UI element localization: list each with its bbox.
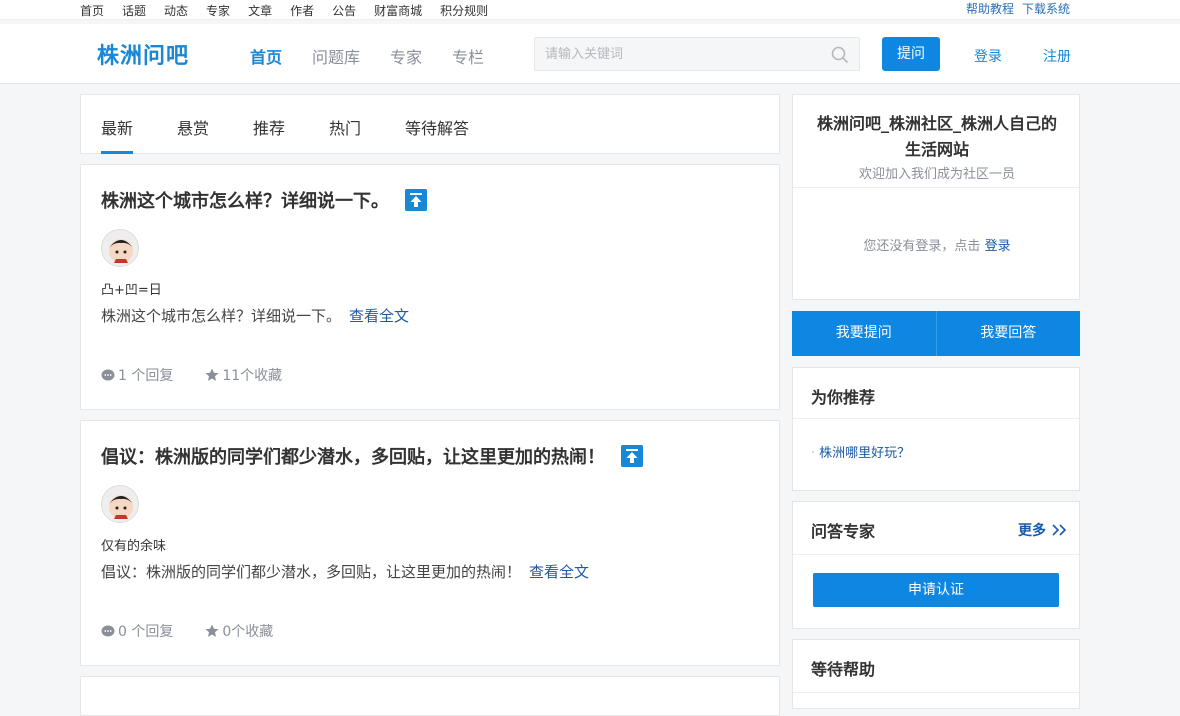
tab-hot[interactable]: 热门 bbox=[329, 115, 361, 139]
ask-question-button[interactable]: 提问 bbox=[882, 37, 940, 71]
pin-top-icon bbox=[621, 445, 643, 467]
answer-button[interactable]: 我要回答 bbox=[937, 311, 1081, 356]
divider bbox=[793, 187, 1079, 188]
question-title[interactable]: 株洲这个城市怎么样？详细说一下。 bbox=[101, 187, 389, 213]
star-icon bbox=[205, 624, 219, 637]
divider bbox=[793, 692, 1079, 693]
nav-question-bank[interactable]: 问题库 bbox=[312, 44, 360, 68]
top-link-activity[interactable]: 动态 bbox=[164, 2, 188, 19]
active-tab-indicator bbox=[101, 151, 133, 154]
pin-top-icon bbox=[405, 189, 427, 211]
more-experts-link[interactable]: 更多 bbox=[1018, 520, 1069, 540]
recommend-title: 为你推荐 bbox=[811, 388, 876, 407]
divider bbox=[793, 554, 1079, 555]
waiting-help-title: 等待帮助 bbox=[811, 660, 876, 679]
site-logo[interactable]: 株洲问吧 bbox=[97, 38, 189, 70]
top-utility-bar: 首页 话题 动态 专家 文章 作者 公告 财富商城 积分规则 帮助教程 下载系统 bbox=[0, 0, 1180, 20]
question-tabs: 最新 悬赏 推荐 热门 等待解答 bbox=[80, 94, 780, 154]
tab-bounty[interactable]: 悬赏 bbox=[177, 115, 209, 139]
more-label: 更多 bbox=[1018, 523, 1046, 539]
tab-latest[interactable]: 最新 bbox=[101, 115, 133, 139]
reply-count: 1 个回复 bbox=[118, 368, 174, 384]
nav-experts[interactable]: 专家 bbox=[390, 44, 422, 68]
top-right-links: 帮助教程 下载系统 bbox=[966, 0, 1070, 17]
search-icon[interactable] bbox=[831, 46, 849, 64]
top-link-articles[interactable]: 文章 bbox=[248, 2, 272, 19]
recommend-box: 为你推荐 株洲哪里好玩？ bbox=[792, 367, 1080, 491]
read-more-link[interactable]: 查看全文 bbox=[529, 563, 589, 581]
read-more-link[interactable]: 查看全文 bbox=[349, 307, 409, 325]
favorite-count: 11个收藏 bbox=[222, 368, 283, 384]
tab-unanswered[interactable]: 等待解答 bbox=[405, 115, 469, 139]
top-links: 首页 话题 动态 专家 文章 作者 公告 财富商城 积分规则 bbox=[80, 2, 506, 19]
double-chevron-right-icon bbox=[1052, 524, 1067, 536]
question-excerpt: 株洲这个城市怎么样？详细说一下。 bbox=[101, 307, 342, 325]
avatar[interactable] bbox=[101, 229, 139, 267]
recommend-item[interactable]: 株洲哪里好玩？ bbox=[811, 442, 910, 461]
top-link-experts[interactable]: 专家 bbox=[206, 2, 230, 19]
main-header: 株洲问吧 首页 问题库 专家 专栏 提问 登录 注册 bbox=[0, 24, 1180, 84]
main-nav: 首页 问题库 专家 专栏 bbox=[250, 44, 514, 68]
search-box bbox=[534, 37, 860, 71]
site-name: 株洲问吧_株洲社区_株洲人自己的生活网站 bbox=[816, 114, 1057, 159]
question-card: 倡议：株洲版的同学们都少潜水，多回贴，让这里更加的热闹！ 仅有的余味 倡议：株洲… bbox=[80, 420, 780, 666]
question-card bbox=[80, 676, 780, 716]
download-link[interactable]: 下载系统 bbox=[1022, 0, 1070, 17]
login-tip-text: 您还没有登录，点击 bbox=[863, 239, 981, 254]
author-name[interactable]: 仅有的余味 bbox=[101, 535, 166, 554]
waiting-help-box: 等待帮助 bbox=[792, 639, 1080, 709]
tab-recommended[interactable]: 推荐 bbox=[253, 115, 285, 139]
top-link-store[interactable]: 财富商城 bbox=[374, 2, 422, 19]
question-excerpt: 倡议：株洲版的同学们都少潜水，多回贴，让这里更加的热闹！ bbox=[101, 563, 522, 581]
top-link-topics[interactable]: 话题 bbox=[122, 2, 146, 19]
experts-box: 问答专家 更多 申请认证 bbox=[792, 501, 1080, 629]
top-link-announcements[interactable]: 公告 bbox=[332, 2, 356, 19]
help-link[interactable]: 帮助教程 bbox=[966, 0, 1014, 17]
top-link-points-rules[interactable]: 积分规则 bbox=[440, 2, 488, 19]
favorite-count: 0个收藏 bbox=[222, 624, 274, 640]
apply-certification-button[interactable]: 申请认证 bbox=[813, 573, 1059, 607]
top-link-authors[interactable]: 作者 bbox=[290, 2, 314, 19]
ask-button[interactable]: 我要提问 bbox=[792, 311, 936, 356]
sidebar-login-link[interactable]: 登录 bbox=[985, 239, 1011, 254]
star-icon bbox=[205, 368, 219, 381]
action-bar: 我要提问 我要回答 bbox=[792, 311, 1080, 356]
comment-icon bbox=[101, 625, 115, 637]
nav-columns[interactable]: 专栏 bbox=[452, 44, 484, 68]
divider bbox=[793, 418, 1079, 419]
reply-count: 0 个回复 bbox=[118, 624, 174, 640]
avatar[interactable] bbox=[101, 485, 139, 523]
site-welcome: 欢迎加入我们成为社区一员 bbox=[858, 167, 1015, 182]
search-input[interactable] bbox=[535, 38, 815, 70]
top-link-home[interactable]: 首页 bbox=[80, 2, 104, 19]
login-link[interactable]: 登录 bbox=[974, 46, 1002, 66]
author-name[interactable]: 凸+凹=日 bbox=[101, 279, 162, 298]
experts-title: 问答专家 bbox=[811, 522, 876, 541]
nav-home[interactable]: 首页 bbox=[250, 44, 282, 68]
register-link[interactable]: 注册 bbox=[1043, 46, 1071, 66]
comment-icon bbox=[101, 369, 115, 381]
question-card: 株洲这个城市怎么样？详细说一下。 凸+凹=日 株洲这个城市怎么样？详细说一下。查… bbox=[80, 164, 780, 410]
question-title[interactable]: 倡议：株洲版的同学们都少潜水，多回贴，让这里更加的热闹！ bbox=[101, 443, 605, 469]
site-info-box: 株洲问吧_株洲社区_株洲人自己的生活网站 欢迎加入我们成为社区一员 您还没有登录… bbox=[792, 94, 1080, 300]
